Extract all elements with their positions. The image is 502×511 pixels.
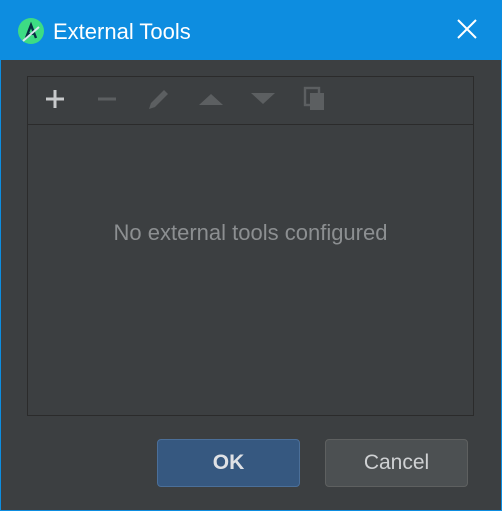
dialog-title: External Tools — [53, 19, 191, 44]
tools-list-panel: No external tools configured — [27, 76, 474, 416]
move-down-icon — [250, 92, 276, 111]
add-icon — [44, 88, 66, 115]
title-bar[interactable]: External Tools — [1, 1, 501, 60]
remove-button[interactable] — [91, 85, 123, 117]
external-tools-dialog: External Tools No external tools configu… — [0, 0, 502, 511]
move-up-icon — [198, 92, 224, 111]
move-up-button[interactable] — [195, 85, 227, 117]
move-down-button[interactable] — [247, 85, 279, 117]
cancel-button[interactable]: Cancel — [325, 439, 468, 487]
remove-icon — [96, 88, 118, 115]
edit-button[interactable] — [143, 85, 175, 117]
empty-list-message: No external tools configured — [113, 220, 388, 245]
add-button[interactable] — [39, 85, 71, 117]
close-icon — [456, 18, 478, 45]
list-toolbar — [28, 77, 473, 125]
copy-button[interactable] — [299, 85, 331, 117]
edit-icon — [146, 86, 172, 117]
ok-button[interactable]: OK — [157, 439, 300, 487]
android-studio-icon — [17, 17, 45, 45]
close-button[interactable] — [447, 11, 487, 51]
copy-icon — [302, 86, 328, 117]
